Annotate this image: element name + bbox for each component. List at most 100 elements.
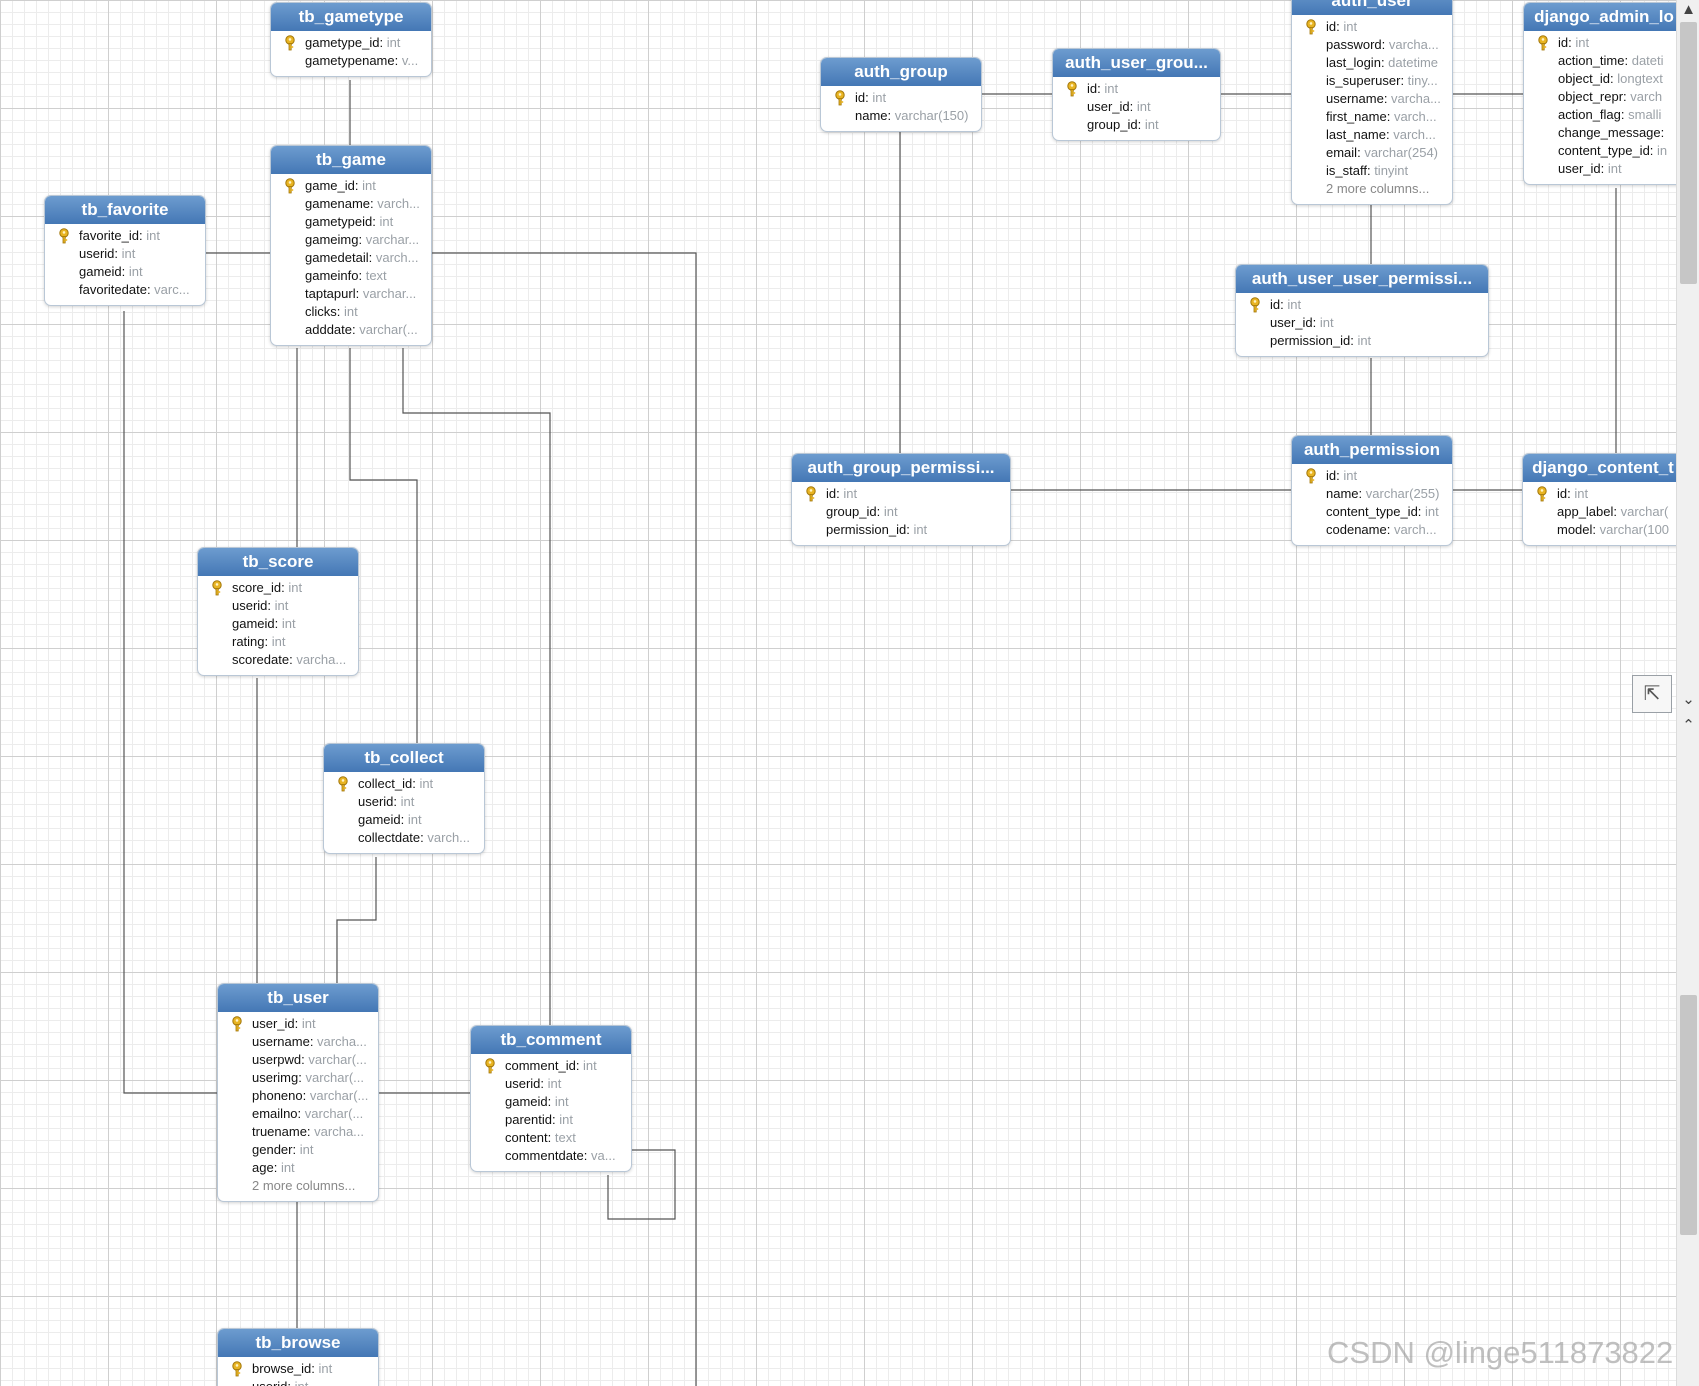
table-field[interactable]: gameid: int [206, 615, 354, 633]
table-field[interactable]: adddate: varchar(... [279, 321, 427, 339]
table-field[interactable]: taptapurl: varchar... [279, 285, 427, 303]
table-field[interactable]: rating: int [206, 633, 354, 651]
table-field[interactable]: userpwd: varchar(... [226, 1051, 374, 1069]
primary-key-field[interactable]: comment_id: int [479, 1057, 627, 1075]
table-field[interactable]: group_id: int [1061, 116, 1216, 134]
table-field[interactable]: userid: int [332, 793, 480, 811]
table-title[interactable]: django_content_t [1523, 454, 1676, 482]
primary-key-field[interactable]: id: int [829, 89, 977, 107]
primary-key-field[interactable]: id: int [800, 485, 1006, 503]
table-title[interactable]: tb_game [271, 146, 431, 174]
primary-key-field[interactable]: collect_id: int [332, 775, 480, 793]
table-tb_user[interactable]: tb_user user_id: int username: varcha... us… [217, 983, 379, 1202]
table-field[interactable]: gender: int [226, 1141, 374, 1159]
more-columns-label[interactable]: 2 more columns... [226, 1177, 374, 1195]
table-title[interactable]: tb_comment [471, 1026, 631, 1054]
table-auth_group[interactable]: auth_group id: int name: varchar(150) [820, 57, 982, 132]
table-tb_gametype[interactable]: tb_gametype gametype_id: int gametypename:… [270, 2, 432, 77]
primary-key-field[interactable]: id: int [1532, 34, 1676, 52]
table-field[interactable]: object_id: longtext [1532, 70, 1676, 88]
table-field[interactable]: emailno: varchar(... [226, 1105, 374, 1123]
table-field[interactable]: gamename: varch... [279, 195, 427, 213]
primary-key-field[interactable]: score_id: int [206, 579, 354, 597]
table-field[interactable]: first_name: varch... [1300, 108, 1448, 126]
table-field[interactable]: favoritedate: varc... [53, 281, 201, 299]
table-field[interactable]: commentdate: va... [479, 1147, 627, 1165]
primary-key-field[interactable]: id: int [1300, 467, 1448, 485]
table-field[interactable]: model: varchar(100 [1531, 521, 1676, 539]
table-title[interactable]: tb_favorite [45, 196, 205, 224]
table-field[interactable]: userid: int [226, 1378, 374, 1386]
table-field[interactable]: app_label: varchar( [1531, 503, 1676, 521]
primary-key-field[interactable]: browse_id: int [226, 1360, 374, 1378]
table-field[interactable]: group_id: int [800, 503, 1006, 521]
primary-key-field[interactable]: game_id: int [279, 177, 427, 195]
table-field[interactable]: scoredate: varcha... [206, 651, 354, 669]
table-auth_user_user_permissions[interactable]: auth_user_user_permissi... id: int user_id… [1235, 264, 1489, 357]
diagram-canvas[interactable]: tb_gametype gametype_id: int gametypename:… [0, 0, 1676, 1386]
table-field[interactable]: name: varchar(150) [829, 107, 977, 125]
table-field[interactable]: gameid: int [479, 1093, 627, 1111]
table-field[interactable]: user_id: int [1244, 314, 1484, 332]
table-field[interactable]: gameid: int [53, 263, 201, 281]
table-field[interactable]: is_superuser: tiny... [1300, 72, 1448, 90]
more-columns-label[interactable]: 2 more columns... [1300, 180, 1448, 198]
scrollbar-thumb-top[interactable] [1680, 22, 1697, 284]
mini-down-arrow[interactable]: ⌄ [1677, 690, 1699, 710]
table-field[interactable]: name: varchar(255) [1300, 485, 1448, 503]
table-title[interactable]: tb_gametype [271, 3, 431, 31]
table-field[interactable]: permission_id: int [800, 521, 1006, 539]
table-field[interactable]: userid: int [479, 1075, 627, 1093]
table-field[interactable]: collectdate: varch... [332, 829, 480, 847]
table-title[interactable]: auth_group_permissi... [792, 454, 1010, 482]
primary-key-field[interactable]: id: int [1531, 485, 1676, 503]
table-field[interactable]: age: int [226, 1159, 374, 1177]
table-title[interactable]: auth_group [821, 58, 981, 86]
table-field[interactable]: userid: int [206, 597, 354, 615]
table-field[interactable]: phoneno: varchar(... [226, 1087, 374, 1105]
table-field[interactable]: email: varchar(254) [1300, 144, 1448, 162]
table-field[interactable]: object_repr: varch [1532, 88, 1676, 106]
table-title[interactable]: tb_score [198, 548, 358, 576]
table-field[interactable]: truename: varcha... [226, 1123, 374, 1141]
table-field[interactable]: user_id: int [1061, 98, 1216, 116]
table-field[interactable]: gamedetail: varch... [279, 249, 427, 267]
table-title[interactable]: auth_user_grou... [1053, 49, 1220, 77]
table-field[interactable]: last_login: datetime [1300, 54, 1448, 72]
table-field[interactable]: codename: varch... [1300, 521, 1448, 539]
table-field[interactable]: userid: int [53, 245, 201, 263]
table-field[interactable]: userimg: varchar(... [226, 1069, 374, 1087]
table-field[interactable]: gameid: int [332, 811, 480, 829]
table-field[interactable]: content: text [479, 1129, 627, 1147]
table-auth_user[interactable]: auth_user id: int password: varcha... last_… [1291, 0, 1453, 205]
table-django_admin_log[interactable]: django_admin_lo id: int action_time: datet… [1523, 2, 1676, 185]
table-tb_browse[interactable]: tb_browsebrowse_id: intuserid: int [217, 1328, 379, 1386]
primary-key-field[interactable]: id: int [1244, 296, 1484, 314]
table-field[interactable]: username: varcha... [1300, 90, 1448, 108]
scroll-up-arrow[interactable]: ▲ [1677, 0, 1699, 20]
table-tb_collect[interactable]: tb_collect collect_id: int userid: int game… [323, 743, 485, 854]
table-title[interactable]: django_admin_lo [1524, 3, 1676, 31]
table-tb_favorite[interactable]: tb_favorite favorite_id: int userid: int ga… [44, 195, 206, 306]
table-title[interactable]: tb_collect [324, 744, 484, 772]
primary-key-field[interactable]: id: int [1300, 18, 1448, 36]
table-tb_score[interactable]: tb_score score_id: int userid: int gameid: … [197, 547, 359, 676]
table-tb_game[interactable]: tb_game game_id: int gamename: varch... gam… [270, 145, 432, 346]
table-field[interactable]: is_staff: tinyint [1300, 162, 1448, 180]
table-field[interactable]: content_type_id: in [1532, 142, 1676, 160]
table-field[interactable]: gameinfo: text [279, 267, 427, 285]
table-field[interactable]: gametypeid: int [279, 213, 427, 231]
table-auth_permission[interactable]: auth_permission id: int name: varchar(255)… [1291, 435, 1453, 546]
table-field[interactable]: gameimg: varchar... [279, 231, 427, 249]
table-tb_comment[interactable]: tb_comment comment_id: int userid: int game… [470, 1025, 632, 1172]
primary-key-field[interactable]: favorite_id: int [53, 227, 201, 245]
vertical-scrollbar[interactable]: ▲ ⌄ ⌃ [1676, 0, 1699, 1386]
table-field[interactable]: action_time: dateti [1532, 52, 1676, 70]
primary-key-field[interactable]: gametype_id: int [279, 34, 427, 52]
table-field[interactable]: permission_id: int [1244, 332, 1484, 350]
primary-key-field[interactable]: user_id: int [226, 1015, 374, 1033]
table-field[interactable]: password: varcha... [1300, 36, 1448, 54]
table-field[interactable]: content_type_id: int [1300, 503, 1448, 521]
mini-up-arrow[interactable]: ⌃ [1677, 716, 1699, 736]
table-title[interactable]: tb_user [218, 984, 378, 1012]
